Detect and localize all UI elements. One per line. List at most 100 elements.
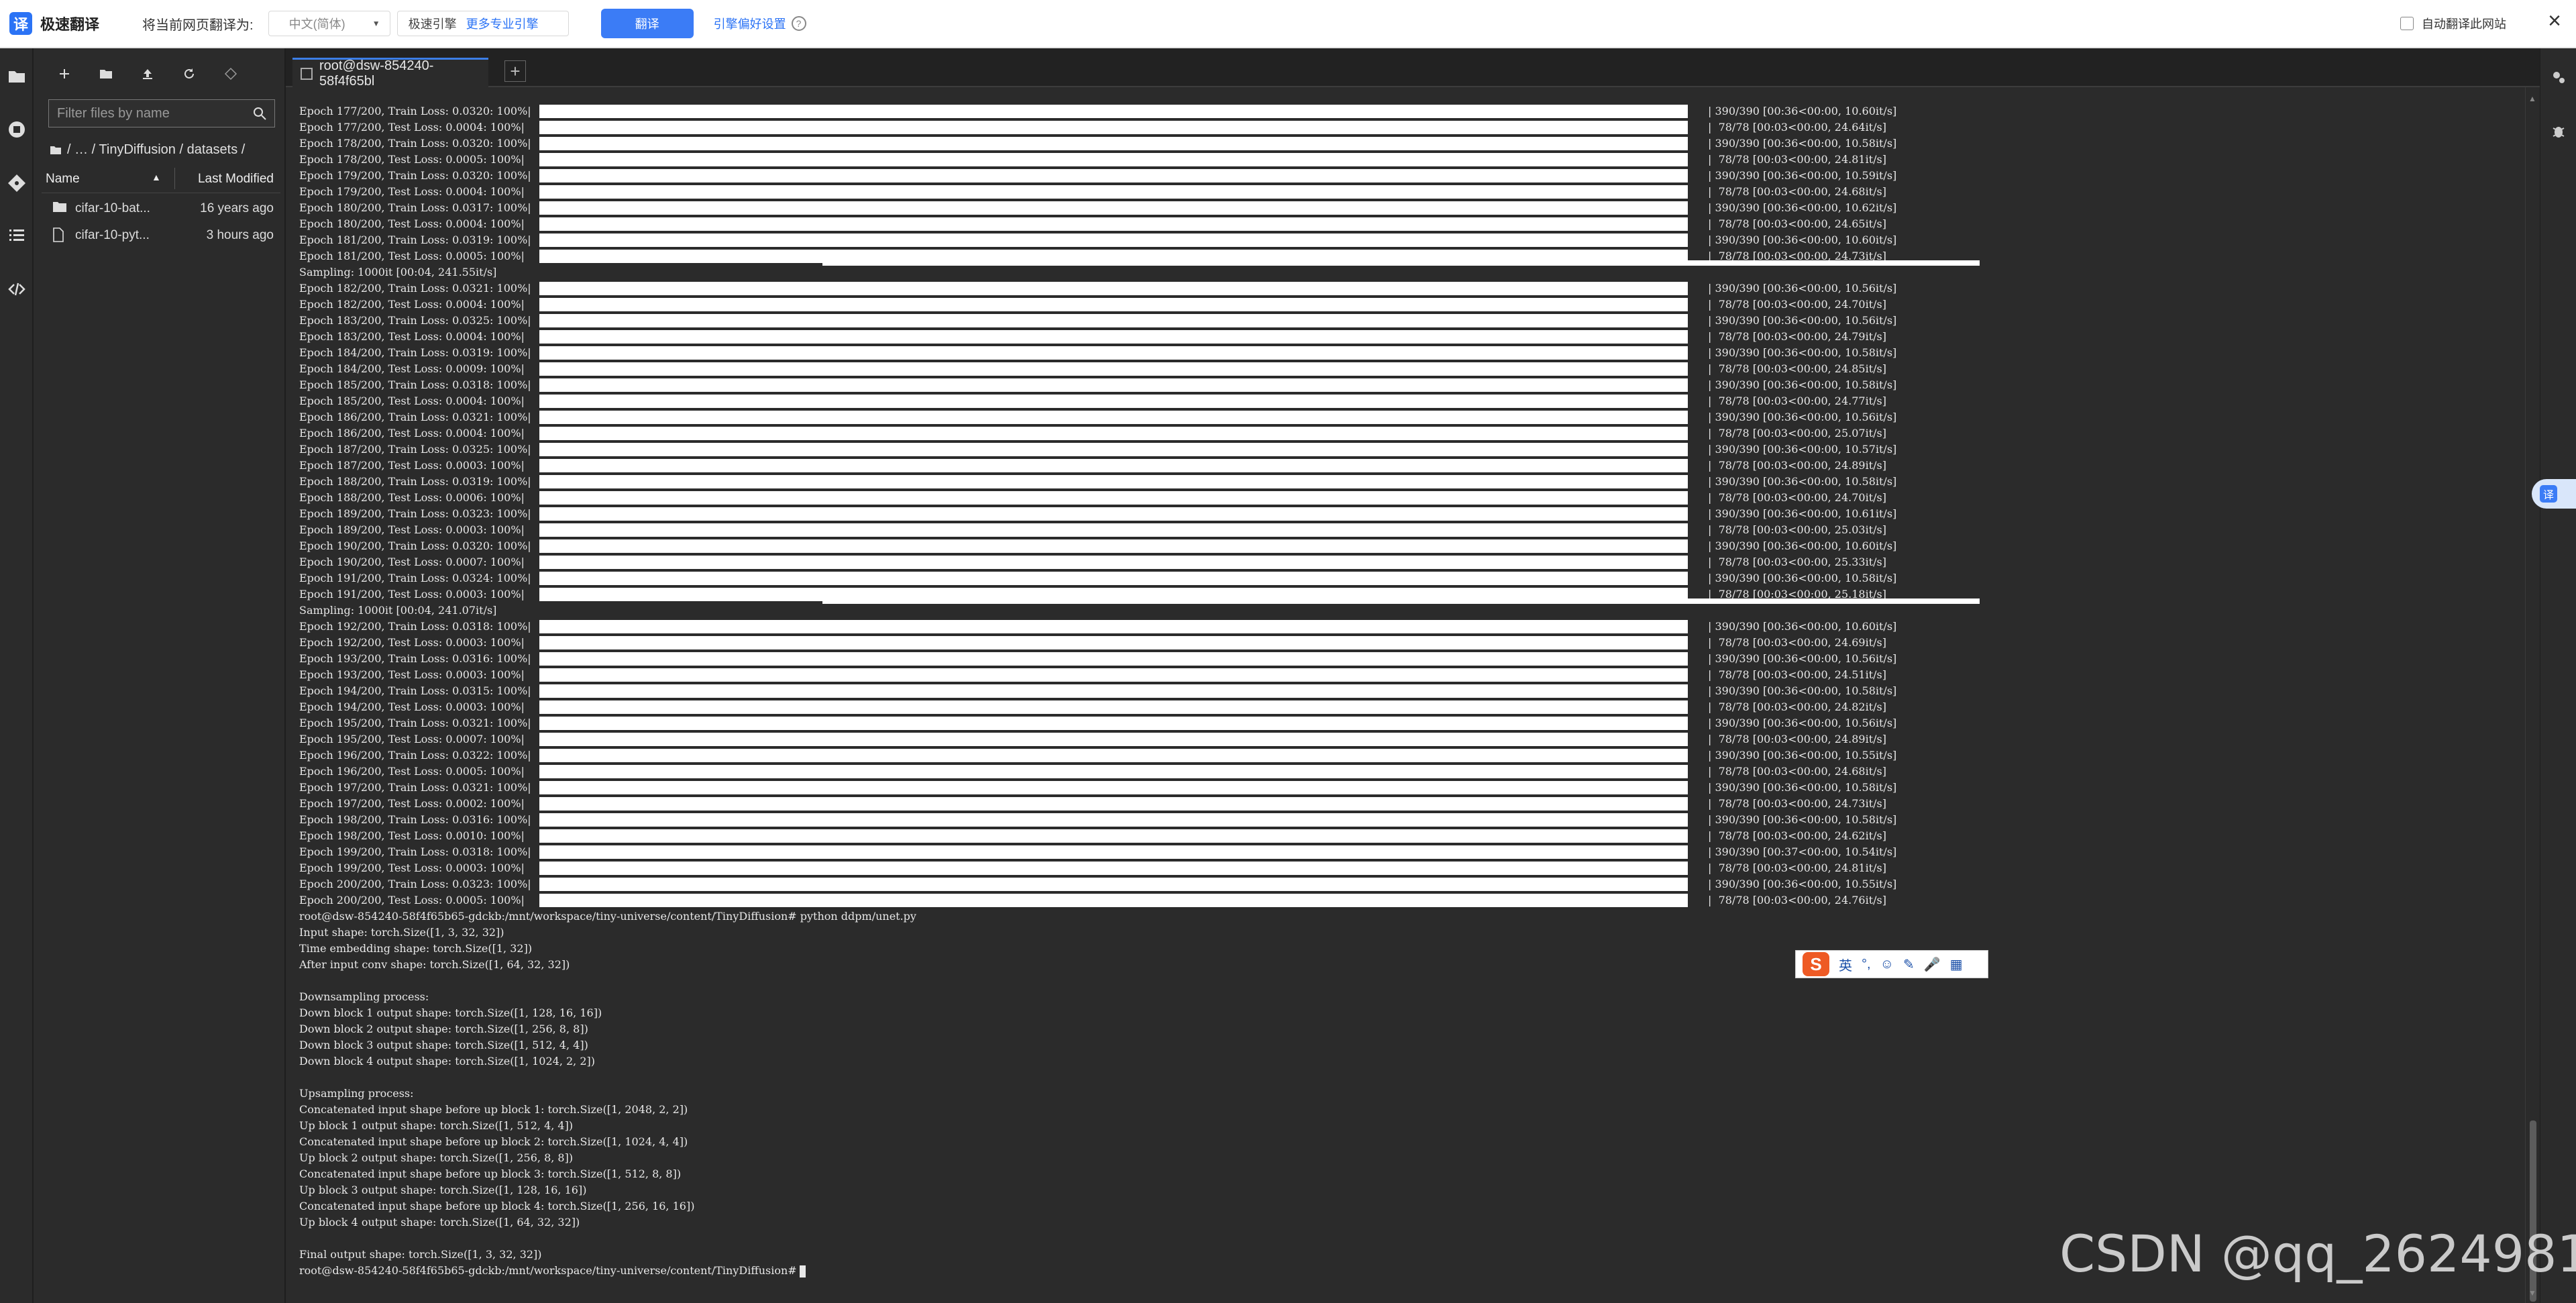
line-stats: | 78/78 [00:03<00:00, 24.70it/s] [1708,298,1886,311]
line-stats: | 78/78 [00:03<00:00, 24.81it/s] [1708,153,1886,166]
file-filter-input[interactable]: Filter files by name [48,99,275,127]
column-divider [174,168,175,189]
line-text: Epoch 177/200, Train Loss: 0.0320: 100%| [299,105,531,117]
output-line: Downsampling process: [299,990,429,1003]
toc-icon[interactable] [7,225,27,246]
scroll-up-icon[interactable]: ▲ [2528,94,2536,103]
line-text: Epoch 192/200, Train Loss: 0.0318: 100%| [299,620,531,633]
progress-bar [539,443,1688,456]
engine-pref-link[interactable]: 引擎偏好设置 ? [714,15,806,32]
progress-bar [539,459,1688,472]
line-stats: | 78/78 [00:03<00:00, 24.89it/s] [1708,459,1886,472]
line-text: Sampling: 1000it [00:04, 241.07it/s] [299,604,497,617]
progress-bar [539,121,1688,134]
progress-bar [539,378,1688,392]
line-stats: | 390/390 [00:36<00:00, 10.62it/s] [1708,201,1897,214]
output-line: Up block 3 output shape: torch.Size([1, … [299,1184,587,1196]
new-launcher-icon[interactable] [55,64,74,83]
line-text: Epoch 189/200, Train Loss: 0.0323: 100%| [299,507,531,520]
line-stats: | 78/78 [00:03<00:00, 24.68it/s] [1708,765,1886,778]
upload-icon[interactable] [138,64,157,83]
line-stats: | 78/78 [00:03<00:00, 24.77it/s] [1708,395,1886,407]
line-stats: | 78/78 [00:03<00:00, 24.65it/s] [1708,217,1886,230]
list-item[interactable]: cifar-10-pyt... 3 hours ago [42,221,280,248]
line-text: Epoch 181/200, Test Loss: 0.0005: 100%| [299,250,525,262]
line-text: Epoch 188/200, Train Loss: 0.0319: 100%| [299,475,531,488]
line-stats: | 390/390 [00:36<00:00, 10.56it/s] [1708,652,1897,665]
line-text: Epoch 199/200, Train Loss: 0.0318: 100%| [299,845,531,858]
line-text: Sampling: 1000it [00:04, 241.55it/s] [299,266,497,278]
output-line: Up block 1 output shape: torch.Size([1, … [299,1119,574,1132]
line-stats: | 78/78 [00:03<00:00, 25.33it/s] [1708,556,1886,568]
git-clone-icon[interactable] [221,64,240,83]
line-text: Epoch 183/200, Train Loss: 0.0325: 100%| [299,314,531,327]
line-stats: | 390/390 [00:36<00:00, 10.60it/s] [1708,620,1897,633]
auto-translate-toggle[interactable]: 自动翻译此网站 [2400,15,2506,32]
tab-terminal[interactable]: root@dsw-854240-58f4f65bl [292,58,488,89]
line-text: Epoch 198/200, Test Loss: 0.0010: 100%| [299,829,525,842]
progress-bar [539,862,1688,875]
progress-bar [539,717,1688,730]
column-name[interactable]: Name [46,172,80,187]
folder-icon[interactable] [7,66,27,86]
debugger-icon[interactable] [2550,122,2567,140]
scroll-down-icon[interactable]: ▼ [2528,1288,2536,1298]
line-text: Epoch 190/200, Test Loss: 0.0007: 100%| [299,556,525,568]
close-icon[interactable]: × [2548,8,2561,34]
output-line: Upsampling process: [299,1087,414,1100]
terminal-scrollbar[interactable]: ▲ ▼ [2525,87,2540,1303]
progress-bar [539,700,1688,714]
new-folder-icon[interactable] [97,64,115,83]
engine-selector[interactable]: 极速引擎 更多专业引擎 [396,11,569,36]
line-stats: | 390/390 [00:36<00:00, 10.60it/s] [1708,233,1897,246]
line-stats: | 390/390 [00:37<00:00, 10.54it/s] [1708,845,1897,858]
line-text: Epoch 179/200, Train Loss: 0.0320: 100%| [299,169,531,182]
output-line: Down block 2 output shape: torch.Size([1… [299,1023,588,1035]
progress-bar [539,185,1688,199]
progress-bar [539,845,1688,859]
ime-toolbar[interactable]: S 英 °, ☺ ✎ 🎤 ▦ [1795,950,1988,978]
target-language-select[interactable]: 中文(简体) ▼ [268,11,390,36]
punctuation-icon[interactable]: °, [1862,957,1871,972]
line-text: Epoch 181/200, Train Loss: 0.0319: 100%| [299,233,531,246]
line-stats: | 390/390 [00:36<00:00, 10.56it/s] [1708,717,1897,729]
line-text: Epoch 186/200, Test Loss: 0.0004: 100%| [299,427,525,439]
toolbox-icon[interactable]: ▦ [1950,956,1963,973]
running-icon[interactable] [7,119,27,140]
line-text: Epoch 186/200, Train Loss: 0.0321: 100%| [299,411,531,423]
progress-bar [539,813,1688,827]
pen-icon[interactable]: ✎ [1903,956,1915,973]
property-inspector-icon[interactable] [2550,68,2567,86]
line-stats: | 390/390 [00:36<00:00, 10.60it/s] [1708,539,1897,552]
list-item[interactable]: cifar-10-bat... 16 years ago [42,195,280,221]
git-icon[interactable] [7,173,27,193]
search-icon [254,107,266,120]
mic-icon[interactable]: 🎤 [1924,956,1941,973]
output-line: Up block 2 output shape: torch.Size([1, … [299,1151,574,1164]
line-stats: | 78/78 [00:03<00:00, 24.79it/s] [1708,330,1886,343]
breadcrumb[interactable]: / … / TinyDiffusion / datasets / [50,142,245,158]
line-text: Epoch 199/200, Test Loss: 0.0003: 100%| [299,862,525,874]
output-line: root@dsw-854240-58f4f65b65-gdckb:/mnt/wo… [299,910,916,923]
float-translate-button[interactable]: 译 [2532,479,2576,509]
emoji-icon[interactable]: ☺ [1880,957,1894,972]
new-tab-button[interactable]: + [504,60,526,82]
code-icon[interactable] [7,279,27,299]
output-line: Time embedding shape: torch.Size([1, 32]… [299,942,533,955]
terminal-output[interactable]: Epoch 177/200, Train Loss: 0.0320: 100%|… [286,87,2525,1303]
more-engines-link[interactable]: 更多专业引擎 [466,15,539,32]
auto-translate-checkbox[interactable] [2400,17,2414,30]
column-last-modified[interactable]: Last Modified [198,172,274,187]
line-stats: | 78/78 [00:03<00:00, 24.82it/s] [1708,700,1886,713]
output-line: Down block 4 output shape: torch.Size([1… [299,1055,595,1067]
progress-bar [539,781,1688,794]
refresh-icon[interactable] [180,64,199,83]
output-line: Input shape: torch.Size([1, 3, 32, 32]) [299,926,504,939]
translate-button[interactable]: 翻译 [600,9,694,38]
line-stats: | 78/78 [00:03<00:00, 24.81it/s] [1708,862,1886,874]
line-stats: | 390/390 [00:36<00:00, 10.58it/s] [1708,813,1897,826]
progress-bar [539,507,1688,521]
line-stats: | 390/390 [00:36<00:00, 10.58it/s] [1708,346,1897,359]
output-line: After input conv shape: torch.Size([1, 6… [299,958,570,971]
ime-language-toggle[interactable]: 英 [1839,955,1852,974]
